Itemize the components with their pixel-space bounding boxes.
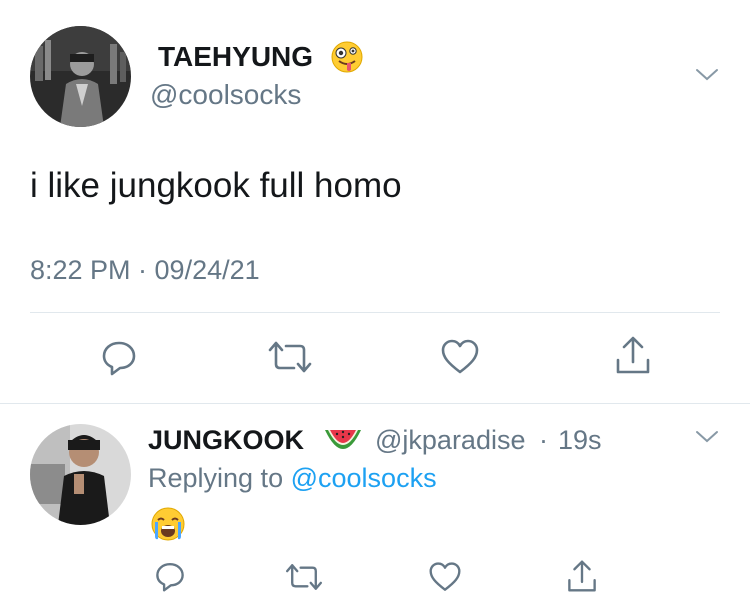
section-divider — [0, 403, 750, 404]
tweet-text: i like jungkook full homo — [30, 166, 402, 205]
retweet-icon[interactable] — [285, 561, 323, 593]
chevron-down-icon[interactable] — [694, 428, 720, 446]
replying-handle-link[interactable]: @coolsocks — [291, 463, 437, 493]
avatar-jungkook[interactable] — [30, 424, 131, 525]
like-icon[interactable] — [428, 561, 462, 593]
retweet-icon[interactable] — [268, 338, 312, 376]
like-icon[interactable] — [440, 338, 480, 376]
loudly-crying-face-emoji — [150, 506, 186, 547]
author-handle[interactable]: @coolsocks — [150, 79, 301, 111]
tweet-divider — [30, 312, 720, 313]
reply-icon[interactable] — [154, 560, 186, 592]
zany-face-emoji — [330, 40, 364, 79]
share-icon[interactable] — [566, 558, 598, 594]
tweet-timestamp: 8:22 PM · 09/24/21 — [30, 255, 260, 285]
reply-author-name[interactable]: JUNGKOOK — [148, 424, 304, 456]
chevron-down-icon[interactable] — [694, 66, 720, 84]
reply-time: 19s — [558, 425, 602, 455]
reply-author-handle[interactable]: @jkparadise — [375, 424, 525, 456]
share-icon[interactable] — [614, 334, 652, 376]
replying-prefix: Replying to — [148, 463, 284, 493]
avatar-taehyung[interactable] — [30, 26, 131, 127]
replying-to: Replying to @coolsocks — [148, 462, 437, 494]
reply-separator: · — [539, 425, 548, 455]
watermelon-emoji — [323, 424, 363, 459]
reply-icon[interactable] — [100, 338, 138, 376]
author-name[interactable]: TAEHYUNG — [158, 40, 313, 74]
